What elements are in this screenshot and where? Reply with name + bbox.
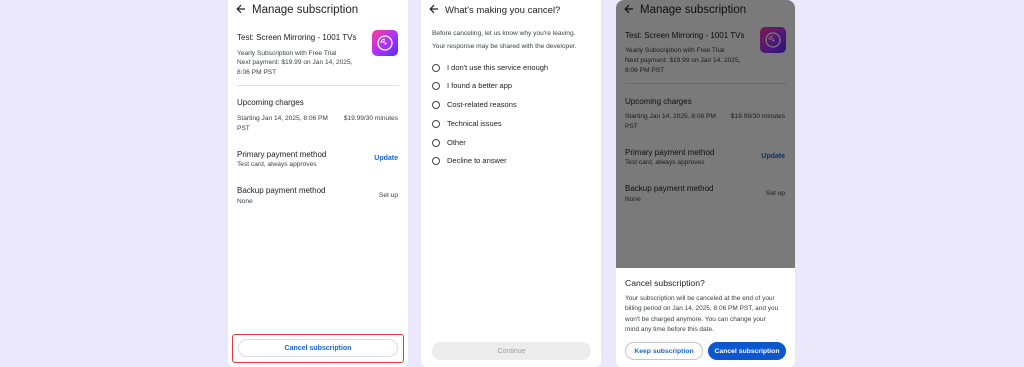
primary-payment-heading: Primary payment method: [237, 150, 327, 159]
reason-option[interactable]: Cost-related reasons: [432, 100, 517, 109]
radio-button[interactable]: [432, 63, 440, 72]
dialog-body-line: billing period on Jan 14, 2025, 8:06 PM …: [625, 305, 779, 313]
dialog-body-line: won't be charged anymore. You can change…: [625, 315, 766, 323]
dialog-body-line: Your subscription will be canceled at th…: [625, 295, 775, 302]
screen-mirroring-icon: [377, 35, 393, 51]
radio-button[interactable]: [432, 119, 440, 128]
radio-button[interactable]: [432, 100, 440, 109]
radio-button[interactable]: [432, 81, 440, 90]
back-arrow-icon[interactable]: [236, 4, 246, 14]
upcoming-price: $19.99/30 minutes: [343, 115, 398, 122]
reason-option[interactable]: I don't use this service enough: [432, 63, 548, 72]
dialog-body: Your subscription will be canceled at th…: [625, 294, 790, 336]
primary-payment-value: Test card, always approves: [237, 161, 317, 168]
cancel-subscription-button[interactable]: Cancel subscription: [238, 339, 398, 357]
reason-option[interactable]: Other: [432, 138, 466, 147]
reason-label: Cost-related reasons: [447, 100, 517, 109]
cancel-confirm-screen: Manage subscription Test: Screen Mirrori…: [616, 0, 795, 367]
keep-subscription-button[interactable]: Keep subscription: [625, 342, 703, 360]
dialog-body-line: mind any time before this date.: [625, 326, 714, 334]
reason-option[interactable]: I found a better app: [432, 81, 512, 90]
intro-text: Before canceling, let us know why you're…: [432, 30, 576, 37]
app-name: Test: Screen Mirroring - 1001 TVs: [237, 33, 357, 42]
reason-label: Decline to answer: [447, 156, 507, 165]
modal-scrim[interactable]: [616, 0, 795, 268]
reason-option[interactable]: Technical issues: [432, 119, 502, 128]
reason-label: I found a better app: [447, 81, 513, 90]
reason-label: I don't use this service enough: [447, 63, 549, 72]
upcoming-charges-heading: Upcoming charges: [237, 98, 304, 107]
backup-payment-value: None: [237, 198, 253, 205]
back-arrow-icon[interactable]: [429, 4, 439, 14]
cancel-reason-screen: What's making you cancel? Before canceli…: [421, 0, 601, 367]
page-title: Manage subscription: [252, 4, 359, 16]
divider: [237, 85, 399, 86]
radio-button[interactable]: [432, 156, 440, 165]
continue-button[interactable]: Continue: [432, 342, 591, 360]
next-payment-time: 8:06 PM PST: [237, 69, 277, 76]
backup-payment-heading: Backup payment method: [237, 186, 326, 195]
upcoming-start-suffix: PST: [237, 125, 250, 132]
upcoming-start: Starting Jan 14, 2025, 8:06 PM: [237, 115, 328, 122]
cancel-dialog: Cancel subscription? Your subscription w…: [616, 268, 795, 367]
update-payment-button[interactable]: Update: [374, 155, 398, 162]
radio-button[interactable]: [432, 138, 440, 147]
next-payment: Next payment: $19.99 on Jan 14, 2025,: [237, 59, 353, 66]
confirm-cancel-button[interactable]: Cancel subscription: [708, 342, 786, 360]
reason-option[interactable]: Decline to answer: [432, 156, 507, 165]
dialog-title: Cancel subscription?: [625, 278, 705, 288]
page-title: What's making you cancel?: [445, 5, 561, 16]
app-icon: [372, 30, 398, 56]
manage-subscription-screen: Manage subscription Test: Screen Mirrori…: [228, 0, 408, 367]
reason-label: Technical issues: [447, 119, 502, 128]
plan-name: Yearly Subscription with Free Trial: [237, 50, 337, 57]
intro-text-2: Your response may be shared with the dev…: [432, 43, 577, 50]
reason-label: Other: [447, 138, 466, 147]
setup-backup-button[interactable]: Set up: [379, 192, 398, 199]
